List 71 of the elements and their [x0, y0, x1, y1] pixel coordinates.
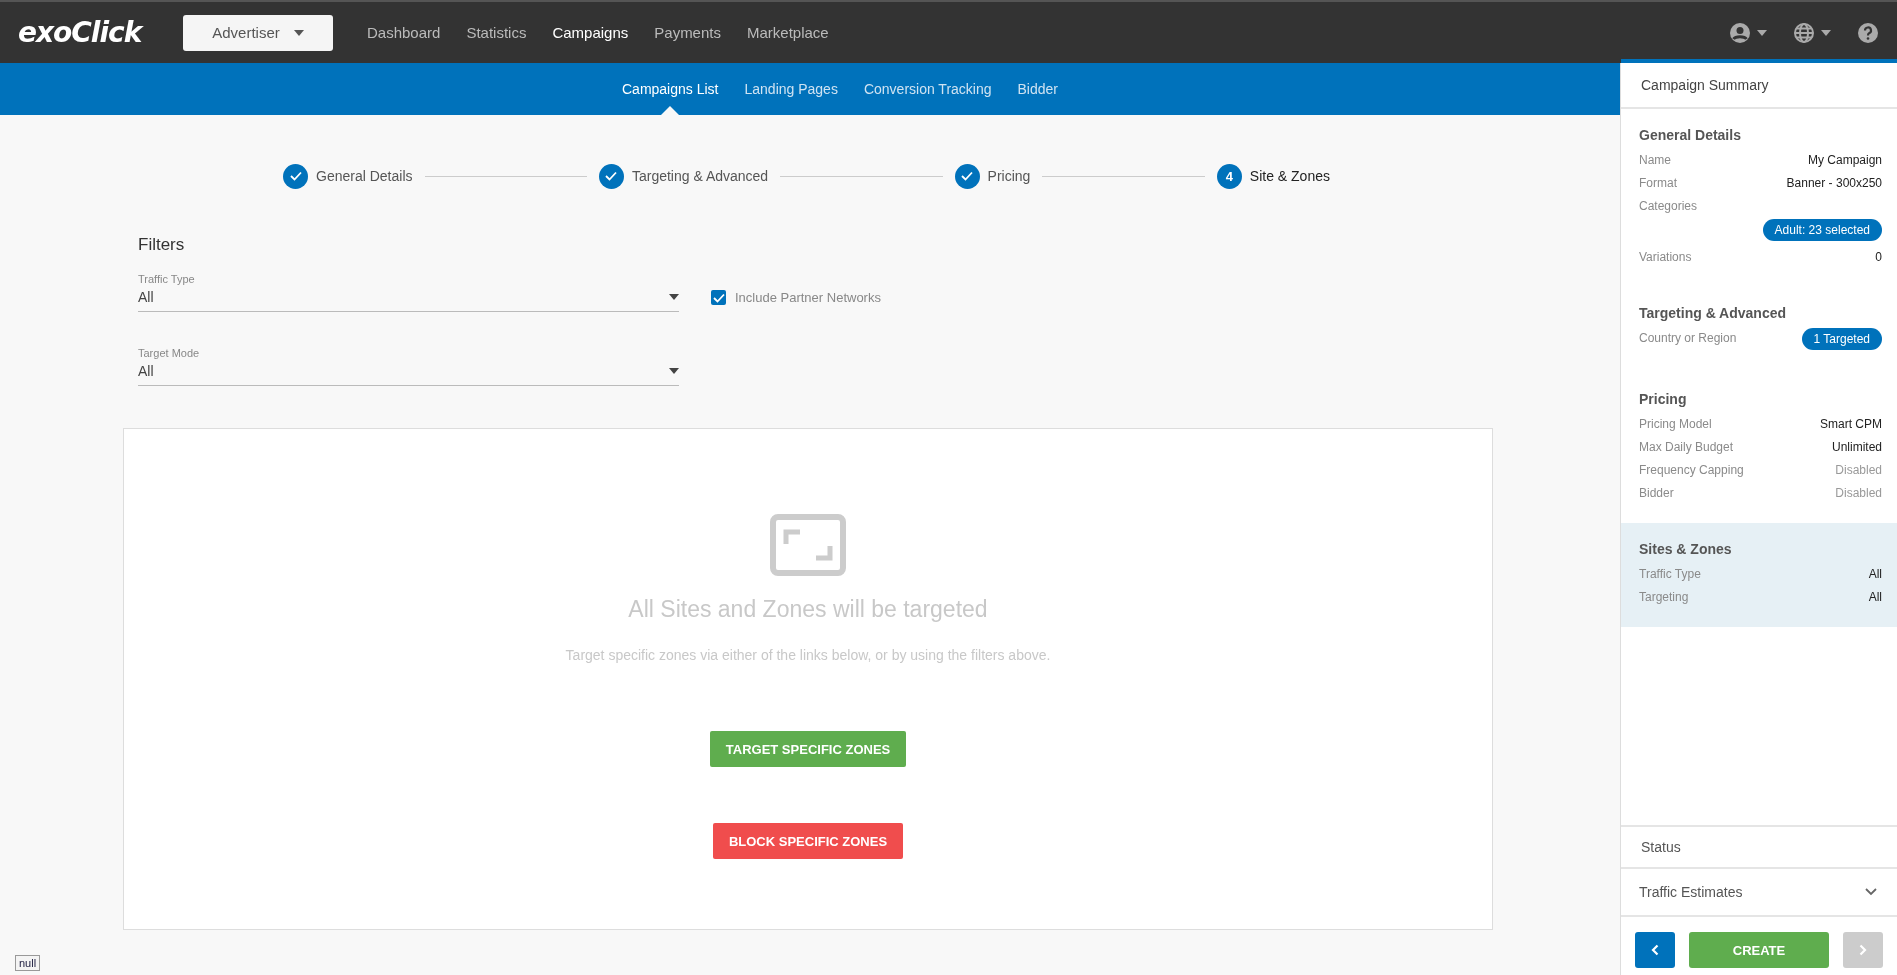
chevron-right-icon — [1859, 944, 1867, 956]
summary-value: My Campaign — [1807, 153, 1882, 167]
partner-networks-checkbox[interactable] — [711, 290, 726, 305]
field-label: Traffic Type — [138, 273, 196, 285]
summary-label: Bidder — [1639, 486, 1674, 500]
filters-heading: Filters — [138, 235, 186, 255]
account-dropdown[interactable]: Advertiser — [183, 14, 333, 51]
summary-label: Frequency Capping — [1639, 463, 1744, 477]
back-button[interactable] — [1635, 932, 1675, 968]
chevron-icon[interactable] — [1865, 888, 1877, 896]
count-badge[interactable]: 1 Targeted — [1801, 328, 1882, 350]
nav-link[interactable]: Payments — [654, 24, 721, 41]
block-zones-button[interactable]: BLOCK SPECIFIC ZONES — [712, 823, 904, 859]
user-icon[interactable] — [1729, 21, 1751, 44]
debug-label: null — [15, 955, 41, 971]
step-label: General Details — [316, 168, 413, 184]
summary-label: Traffic Type — [1639, 567, 1701, 581]
summary-label: Categories — [1639, 199, 1698, 213]
summary-value: Unlimited — [1832, 440, 1882, 454]
dropdown-caret-icon — [669, 368, 679, 374]
empty-frame-icon — [770, 514, 846, 576]
check-icon — [289, 171, 302, 181]
field-label: Target Mode — [138, 347, 201, 359]
status-title: Status — [1621, 825, 1897, 867]
summary-label: Pricing Model — [1639, 417, 1712, 431]
caret-icon — [1821, 29, 1831, 36]
select-field[interactable]: All — [138, 289, 679, 312]
caret-icon — [293, 29, 304, 36]
summary-value: Smart CPM — [1820, 417, 1882, 431]
summary-value: 0 — [1875, 250, 1882, 264]
nav-link[interactable]: Dashboard — [367, 24, 441, 41]
caret-icon — [1757, 29, 1767, 36]
check-icon — [712, 292, 725, 303]
count-badge[interactable]: Adult: 23 selected — [1762, 219, 1882, 241]
traffic-estimates-title[interactable]: Traffic Estimates — [1639, 884, 1743, 900]
summary-value: All — [1868, 590, 1882, 604]
summary-value: Disabled — [1835, 486, 1882, 500]
help-icon[interactable] — [1857, 21, 1879, 44]
summary-label: Targeting — [1639, 590, 1689, 604]
globe-icon[interactable] — [1793, 21, 1815, 44]
step-label: Site & Zones — [1249, 168, 1330, 184]
nav-link[interactable]: Marketplace — [747, 24, 829, 41]
summary-label: Variations — [1639, 250, 1692, 264]
check-icon — [605, 171, 618, 181]
subnav-link[interactable]: Conversion Tracking — [850, 63, 1005, 115]
nav-link[interactable]: Campaigns — [552, 24, 629, 41]
summary-label: Format — [1639, 176, 1677, 190]
summary-value: Banner - 300x250 — [1786, 176, 1882, 190]
subnav-link[interactable]: Landing Pages — [731, 63, 851, 115]
subnav-link[interactable]: Bidder — [1004, 63, 1071, 115]
summary-value: All — [1868, 567, 1882, 581]
summary-value: Disabled — [1835, 463, 1882, 477]
dropdown-caret-icon — [669, 294, 679, 300]
step-label: Pricing — [987, 168, 1031, 184]
section-title: Targeting & Advanced — [1639, 305, 1788, 321]
summary-label: Name — [1639, 153, 1671, 167]
subnav-link[interactable]: Campaigns List — [609, 63, 732, 115]
checkbox-label: Include Partner Networks — [735, 290, 881, 305]
section-title: Sites & Zones — [1639, 541, 1733, 557]
panel-title: Campaign Summary — [1621, 59, 1897, 109]
section-title: Pricing — [1639, 391, 1688, 407]
summary-label: Country or Region — [1639, 331, 1737, 345]
step-label: Targeting & Advanced — [631, 168, 769, 184]
section-title: General Details — [1639, 127, 1742, 143]
chevron-left-icon — [1651, 944, 1659, 956]
step-number: 4 — [1216, 163, 1242, 189]
logo[interactable]: exoClick — [18, 16, 183, 49]
summary-label: Max Daily Budget — [1639, 440, 1734, 454]
nav-link[interactable]: Statistics — [466, 24, 527, 41]
select-field[interactable]: All — [138, 363, 679, 386]
check-icon — [961, 171, 974, 181]
